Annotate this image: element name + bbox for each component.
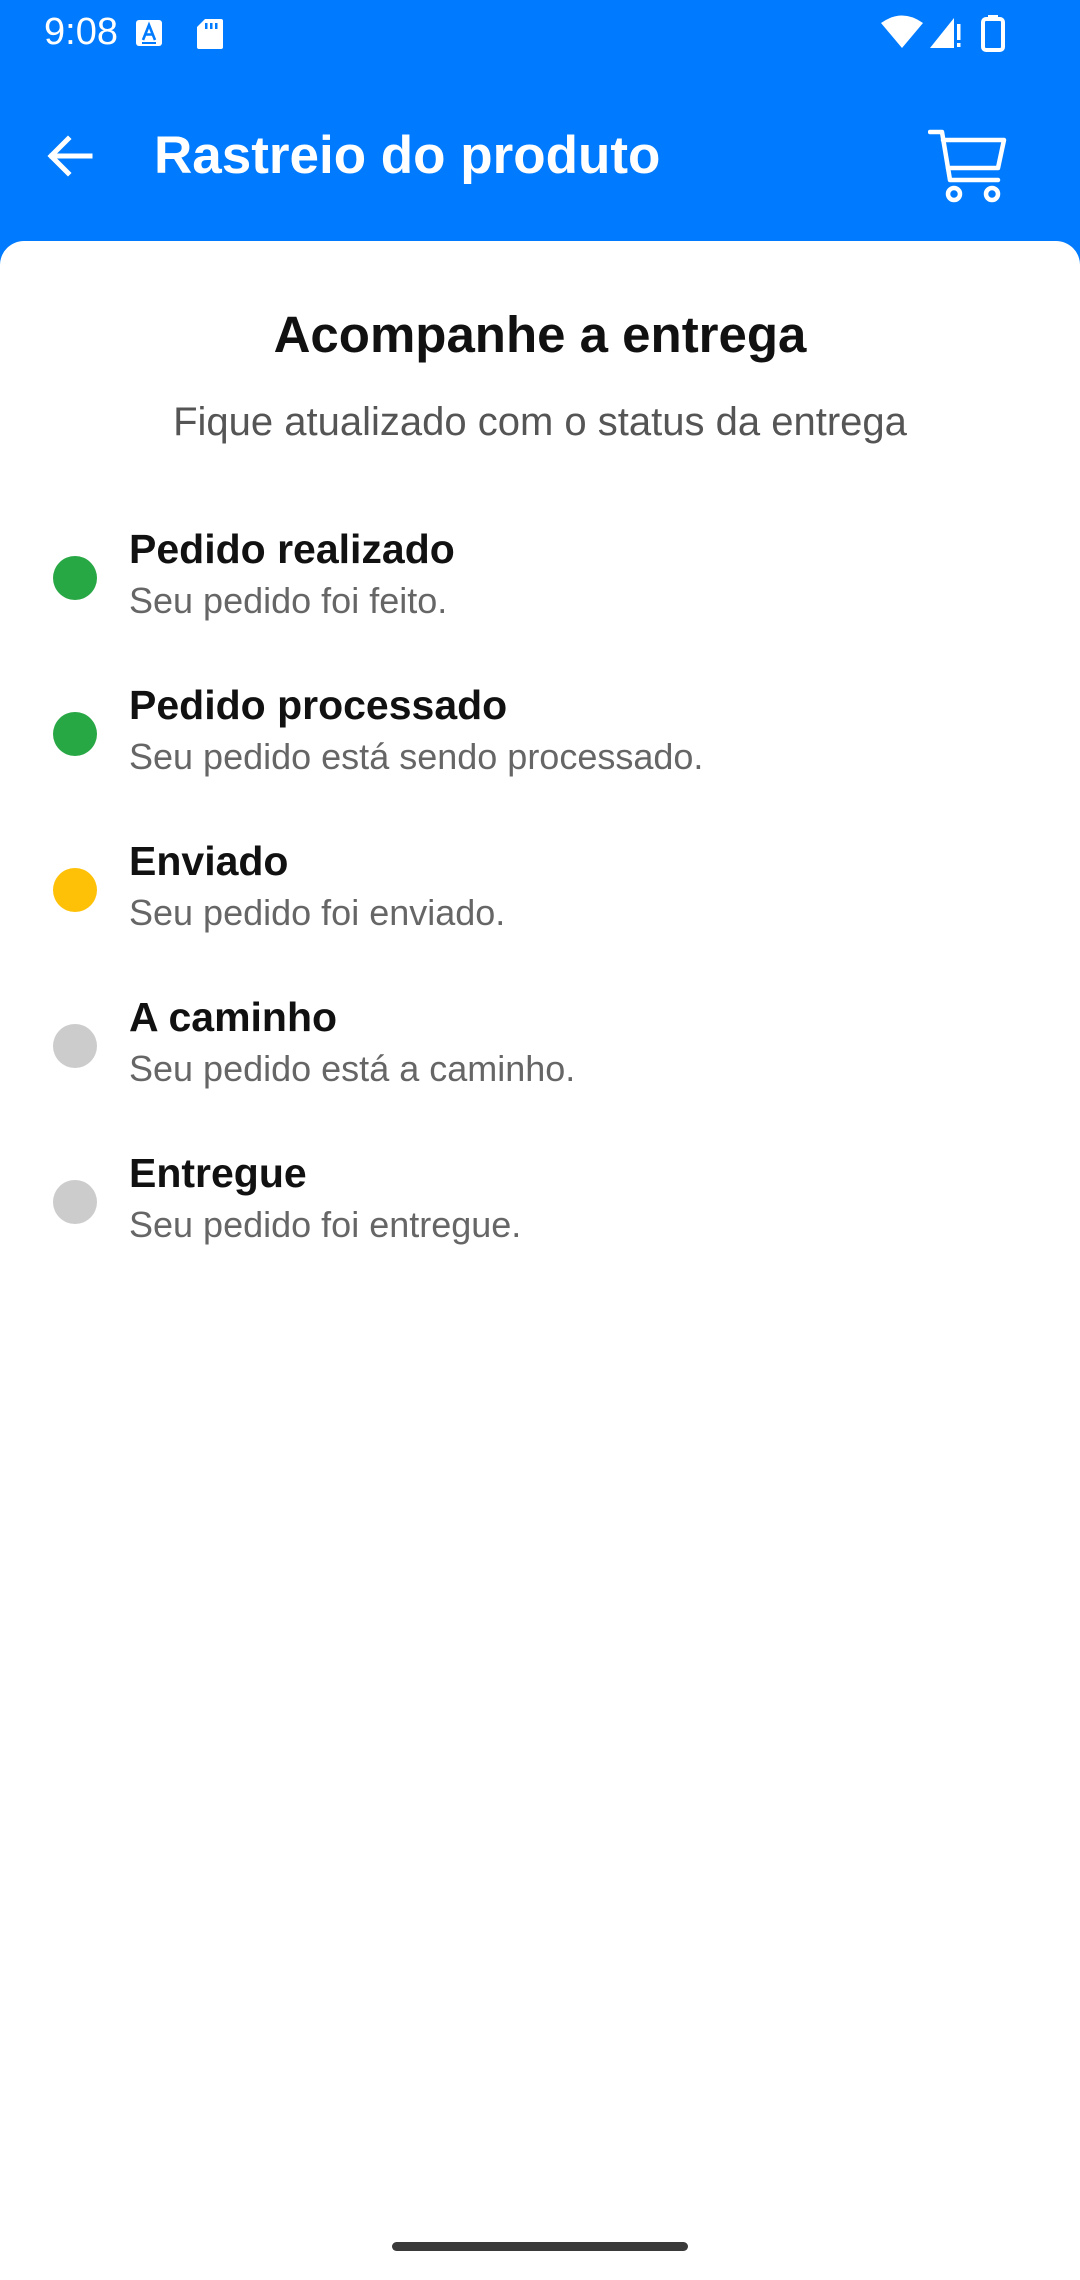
step-title: Enviado <box>129 838 289 884</box>
status-dot-icon <box>53 712 97 756</box>
gesture-nav-handle[interactable] <box>392 2242 688 2251</box>
status-dot-icon <box>53 1180 97 1224</box>
step-description: Seu pedido foi entregue. <box>129 1204 522 1245</box>
step-title: Pedido processado <box>129 682 508 728</box>
tracking-heading: Acompanhe a entrega <box>273 306 807 363</box>
page-title: Rastreio do produto <box>154 126 661 185</box>
arrow-left-icon <box>46 134 94 183</box>
tracking-subheading: Fique atualizado com o status da entrega <box>173 400 907 444</box>
back-button[interactable] <box>30 118 110 198</box>
battery-icon <box>980 14 1006 57</box>
sd-card-icon <box>196 18 224 55</box>
status-dot-icon <box>53 868 97 912</box>
status-dot-icon <box>53 1024 97 1068</box>
status-time: 9:08 <box>44 11 118 53</box>
step-title: A caminho <box>129 994 338 1040</box>
tracking-card: Acompanhe a entrega Fique atualizado com… <box>0 241 1080 2280</box>
step-order-placed: Pedido realizado Seu pedido foi feito. <box>0 524 1080 680</box>
accessibility-notification-icon <box>134 18 164 53</box>
step-order-processed: Pedido processado Seu pedido está sendo … <box>0 680 1080 836</box>
step-on-the-way: A caminho Seu pedido está a caminho. <box>0 992 1080 1148</box>
step-shipped: Enviado Seu pedido foi enviado. <box>0 836 1080 992</box>
step-title: Pedido realizado <box>129 526 455 572</box>
status-bar: 9:08 <box>0 0 1080 66</box>
wifi-icon <box>880 14 924 55</box>
tracking-steps: Pedido realizado Seu pedido foi feito. P… <box>0 524 1080 1304</box>
signal-icon <box>928 14 964 55</box>
app-bar: Rastreio do produto <box>0 66 1080 241</box>
step-title: Entregue <box>129 1150 307 1196</box>
status-dot-icon <box>53 556 97 600</box>
step-description: Seu pedido foi feito. <box>129 580 448 621</box>
step-description: Seu pedido está sendo processado. <box>129 736 704 777</box>
cart-icon <box>927 128 1008 209</box>
step-description: Seu pedido está a caminho. <box>129 1048 576 1089</box>
step-delivered: Entregue Seu pedido foi entregue. <box>0 1148 1080 1304</box>
step-description: Seu pedido foi enviado. <box>129 892 506 933</box>
cart-button[interactable] <box>918 118 1018 218</box>
